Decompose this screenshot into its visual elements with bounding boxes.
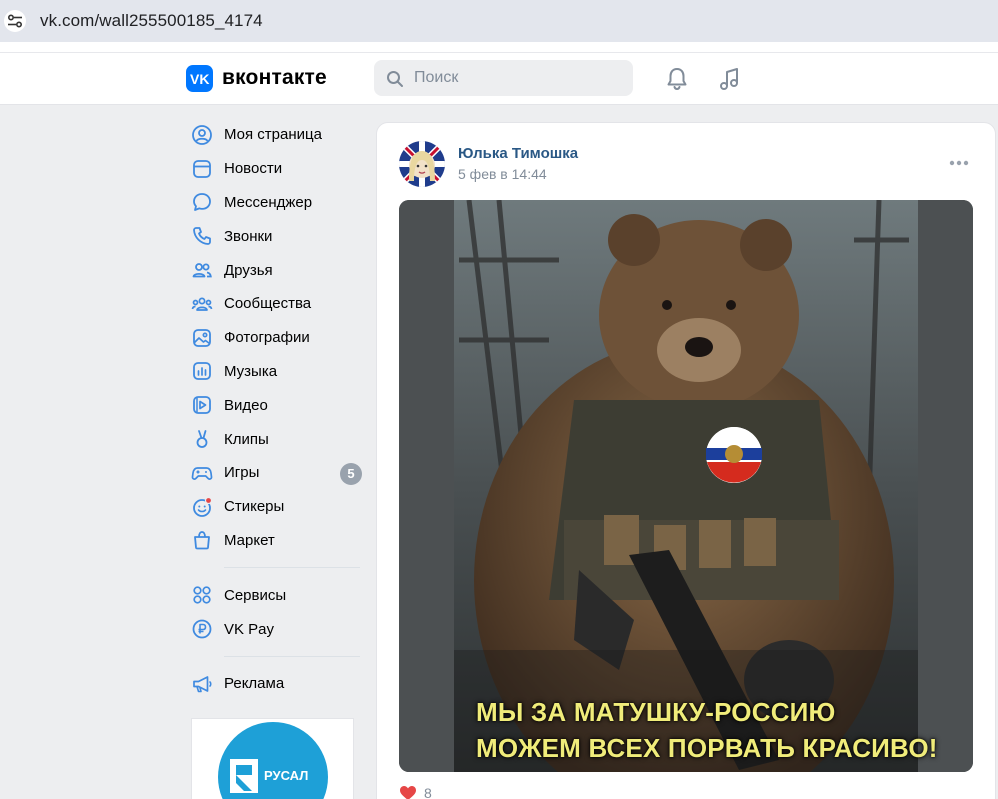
- sidebar-item-label: VK Pay: [224, 620, 275, 638]
- market-bag-icon: [194, 531, 210, 550]
- sidebar-item-messenger[interactable]: Мессенджер: [190, 186, 362, 220]
- sidebar-item-label: Мессенджер: [224, 193, 313, 211]
- friends-icon: [192, 263, 212, 278]
- ad-logo-text: РУСАЛ: [264, 768, 308, 783]
- vkpay-icon: [192, 619, 212, 639]
- like-button[interactable]: 8: [399, 785, 432, 799]
- clips-icon: [196, 430, 208, 448]
- left-sidebar: Моя страница Новости Мессенджер Звонки Д…: [190, 118, 362, 701]
- sidebar-divider: [224, 567, 360, 569]
- sidebar-item-stickers[interactable]: Стикеры: [190, 490, 362, 524]
- sidebar-item-label: Моя страница: [224, 126, 322, 144]
- image-caption-line-2: МОЖЕМ ВСЕХ ПОРВАТЬ КРАСИВО!: [476, 733, 938, 763]
- search-icon: [387, 71, 403, 87]
- post-image[interactable]: [399, 200, 973, 772]
- user-circle-icon: [192, 124, 212, 145]
- sidebar-item-photos[interactable]: Фотографии: [190, 321, 362, 355]
- sidebar-item-label: Звонки: [224, 227, 273, 245]
- sidebar-item-news[interactable]: Новости: [190, 152, 362, 186]
- search-input[interactable]: [414, 60, 624, 96]
- sidebar-item-market[interactable]: Маркет: [190, 524, 362, 558]
- logo-text[interactable]: вконтакте: [222, 66, 327, 90]
- heart-icon: [400, 786, 416, 799]
- sidebar-item-music[interactable]: Музыка: [190, 355, 362, 389]
- avatar[interactable]: [399, 141, 445, 187]
- video-icon: [193, 396, 211, 415]
- tune-icon[interactable]: [3, 9, 27, 33]
- search-box[interactable]: [374, 60, 633, 96]
- sidebar-item-calls[interactable]: Звонки: [190, 219, 362, 253]
- image-caption-line-1: МЫ ЗА МАТУШКУ-РОССИЮ: [476, 697, 836, 727]
- sidebar-item-my-page[interactable]: Моя страница: [190, 118, 362, 152]
- sidebar-divider: [224, 655, 360, 657]
- sticker-icon: [193, 496, 213, 517]
- sidebar-item-ads[interactable]: Реклама: [190, 667, 362, 701]
- ad-banner[interactable]: РУСАЛ: [191, 718, 354, 799]
- games-count-badge: 5: [340, 462, 362, 485]
- music-icon: [193, 362, 211, 381]
- gamepad-icon: [191, 467, 213, 480]
- bell-icon[interactable]: [664, 66, 690, 92]
- sidebar-item-games[interactable]: Игры 5: [190, 456, 362, 490]
- music-note-icon[interactable]: [717, 66, 743, 92]
- browser-address-bar: vk.com/wall255500185_4174: [0, 0, 998, 42]
- services-grid-icon: [193, 586, 211, 604]
- sidebar-item-label: Стикеры: [224, 498, 285, 516]
- sidebar-item-label: Клипы: [224, 430, 269, 448]
- sidebar-item-communities[interactable]: Сообщества: [190, 287, 362, 321]
- phone-icon: [193, 227, 211, 246]
- sidebar-item-video[interactable]: Видео: [190, 388, 362, 422]
- sidebar-item-label: Видео: [224, 396, 268, 414]
- vk-header: VK вконтакте: [0, 53, 998, 105]
- sidebar-item-label: Друзья: [224, 261, 273, 279]
- sidebar-item-label: Маркет: [224, 531, 275, 549]
- sidebar-item-label: Игры: [224, 464, 260, 482]
- post-date[interactable]: 5 фев в 14:44: [458, 166, 547, 182]
- sidebar-item-label: Фотографии: [224, 329, 310, 347]
- news-feed-icon: [193, 159, 211, 178]
- svg-text:VK: VK: [190, 71, 209, 87]
- browser-spacer: [0, 42, 998, 53]
- sidebar-item-friends[interactable]: Друзья: [190, 253, 362, 287]
- sidebar-item-label: Новости: [224, 160, 283, 178]
- sidebar-item-label: Реклама: [224, 675, 285, 693]
- megaphone-icon: [193, 675, 212, 693]
- sidebar-item-clips[interactable]: Клипы: [190, 422, 362, 456]
- sidebar-item-label: Сообщества: [224, 295, 312, 313]
- communities-icon: [191, 297, 213, 311]
- message-icon: [193, 193, 211, 212]
- sidebar-item-label: Сервисы: [224, 586, 287, 604]
- likes-count: 8: [424, 785, 432, 799]
- sidebar-item-services[interactable]: Сервисы: [190, 578, 362, 612]
- vk-logo-icon[interactable]: VK: [186, 65, 213, 92]
- photo-icon: [193, 328, 211, 347]
- sidebar-item-vk-pay[interactable]: VK Pay: [190, 612, 362, 646]
- post-author-name[interactable]: Юлька Тимошка: [458, 145, 578, 162]
- sidebar-item-label: Музыка: [224, 362, 278, 380]
- url-text[interactable]: vk.com/wall255500185_4174: [40, 11, 263, 31]
- rusal-logo: РУСАЛ: [218, 722, 328, 799]
- more-horizontal-icon[interactable]: [946, 154, 972, 172]
